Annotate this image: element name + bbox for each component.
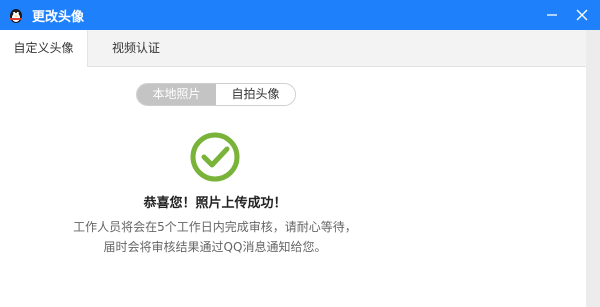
tab-custom-avatar[interactable]: 自定义头像 [0,30,88,67]
right-edge-panel [586,30,600,307]
qq-penguin-icon [7,6,25,24]
close-icon [576,9,588,21]
tab-video-verification[interactable]: 视频认证 [112,30,160,66]
segment-selfie-avatar[interactable]: 自拍头像 [216,84,295,105]
title-bar: 更改头像 [0,0,600,30]
close-button[interactable] [567,0,597,30]
minimize-icon [547,14,557,16]
window-title: 更改头像 [32,9,85,25]
segment-local-photo[interactable]: 本地照片 [137,84,216,105]
check-circle-icon [189,131,241,183]
tab-bar: 自定义头像 视频认证 [0,30,586,67]
success-description-line-1: 工作人员将会在5个工作日内完成审核，请耐心等待， [73,220,357,234]
photo-source-toggle: 本地照片 自拍头像 [136,83,296,106]
minimize-button[interactable] [537,0,567,30]
success-title: 恭喜您！照片上传成功！ [143,196,287,211]
success-description-line-2: 届时会将审核结果通过QQ消息通知给您。 [103,240,327,254]
